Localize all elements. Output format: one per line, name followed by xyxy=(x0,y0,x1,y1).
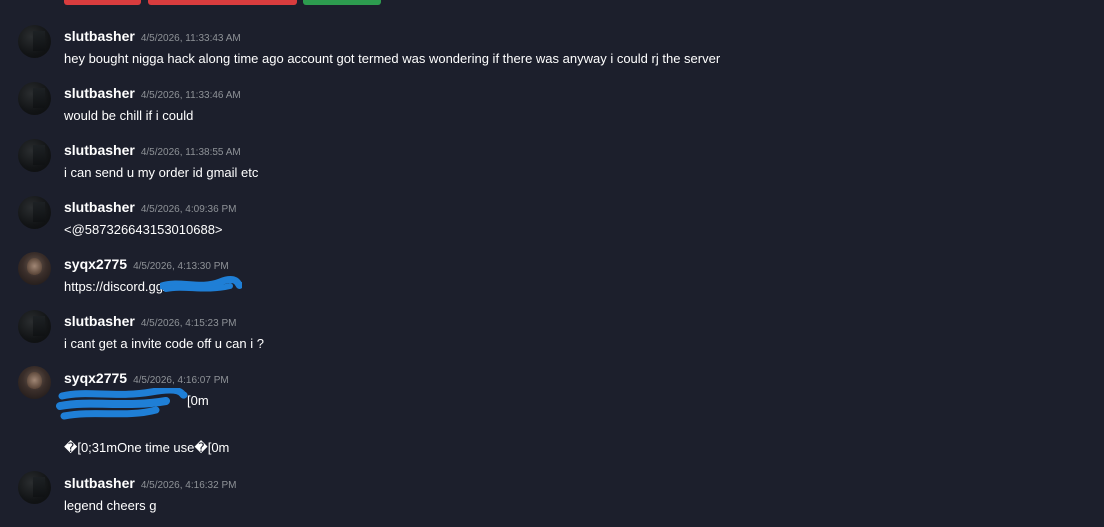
message-timestamp: 4/5/2026, 4:09:36 PM xyxy=(140,204,237,215)
redaction-scribble xyxy=(160,276,242,292)
avatar[interactable] xyxy=(18,25,51,58)
avatar[interactable] xyxy=(18,366,51,399)
red-action-button[interactable] xyxy=(64,0,141,5)
message-text: would be chill if i could xyxy=(64,108,194,123)
message-author[interactable]: syqx2775 xyxy=(64,256,127,272)
avatar[interactable] xyxy=(18,471,51,504)
message-author[interactable]: slutbasher xyxy=(64,313,135,329)
message-text: legend cheers g xyxy=(64,498,157,513)
green-action-button[interactable] xyxy=(303,0,381,5)
top-toolbar xyxy=(0,0,1104,6)
message-text: i can send u my order id gmail etc xyxy=(64,165,259,180)
message-timestamp: 4/5/2026, 11:33:43 AM xyxy=(140,33,241,44)
message-timestamp: 4/5/2026, 11:38:55 AM xyxy=(140,147,241,158)
message-timestamp: 4/5/2026, 4:13:30 PM xyxy=(133,261,229,272)
avatar[interactable] xyxy=(18,196,51,229)
avatar[interactable] xyxy=(18,82,51,115)
message-link[interactable]: https://discord.gg/ xyxy=(64,279,167,294)
message-text: i cant get a invite code off u can i ? xyxy=(64,336,264,351)
avatar[interactable] xyxy=(18,252,51,285)
message-timestamp: 4/5/2026, 11:33:46 AM xyxy=(140,90,241,101)
message-timestamp: 4/5/2026, 4:15:23 PM xyxy=(140,318,237,329)
red-action-button-wide[interactable] xyxy=(148,0,297,5)
message-author[interactable]: slutbasher xyxy=(64,28,135,44)
message-text: hey bought nigga hack along time ago acc… xyxy=(64,51,721,66)
message-author[interactable]: slutbasher xyxy=(64,85,135,101)
message-author[interactable]: slutbasher xyxy=(64,475,135,491)
message-timestamp: 4/5/2026, 4:16:07 PM xyxy=(133,375,229,386)
message-author[interactable]: slutbasher xyxy=(64,142,135,158)
avatar[interactable] xyxy=(18,139,51,172)
message-author[interactable]: slutbasher xyxy=(64,199,135,215)
message-text-line2: �[0;31mOne time use�[0m xyxy=(64,440,230,455)
redaction-scribble xyxy=(56,388,188,420)
message-mention[interactable]: <@587326643153010688> xyxy=(64,222,223,237)
avatar[interactable] xyxy=(18,310,51,343)
message-timestamp: 4/5/2026, 4:16:32 PM xyxy=(140,480,237,491)
message-author[interactable]: syqx2775 xyxy=(64,370,127,386)
